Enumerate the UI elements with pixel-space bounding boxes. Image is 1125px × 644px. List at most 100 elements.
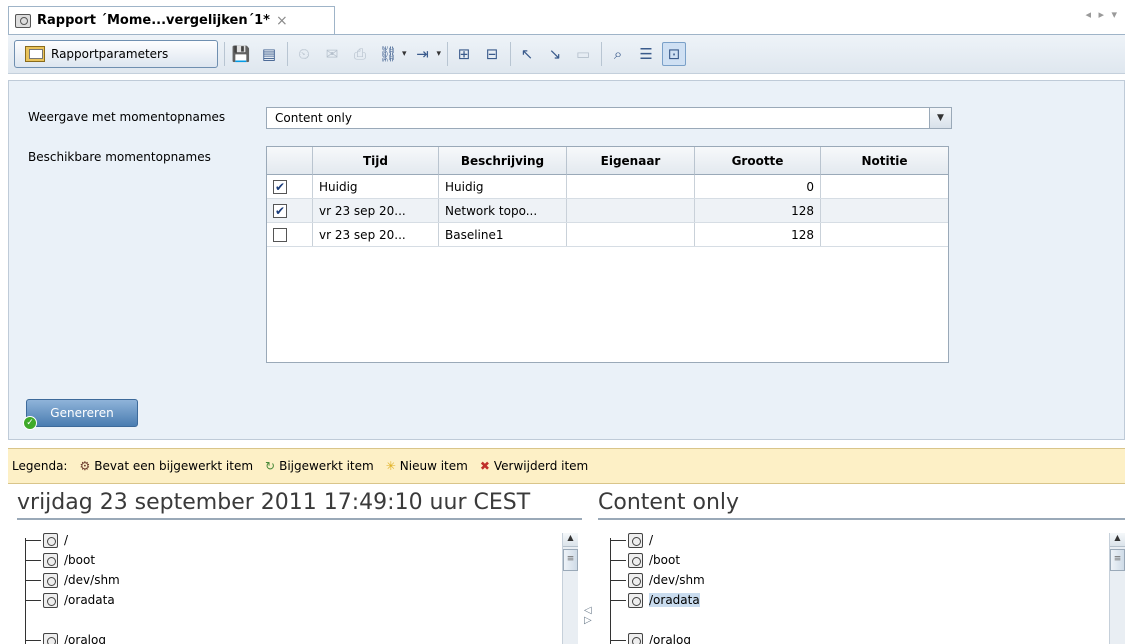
- collapse-tree-icon[interactable]: ⊟: [480, 42, 504, 66]
- disk-icon: [628, 552, 643, 568]
- column-header-notitie[interactable]: Notitie: [821, 147, 948, 175]
- export-dropdown-icon[interactable]: ▾: [437, 49, 442, 59]
- report-tab[interactable]: Rapport ´Mome...vergelijken´1* ×: [8, 6, 335, 34]
- disk-icon: [43, 552, 58, 568]
- table-row[interactable]: ✔ vr 23 sep 20... Network topo... 128: [267, 199, 948, 223]
- view-select[interactable]: Content only ▼: [266, 107, 952, 129]
- tree-node[interactable]: /oradata: [25, 590, 115, 610]
- new-item-icon: ✳: [385, 459, 396, 473]
- tree-node-label: /: [649, 533, 654, 547]
- tree-node[interactable]: /dev/shm: [25, 570, 120, 590]
- cell-grootte: 0: [695, 175, 821, 198]
- cell-beschrijving: Baseline1: [439, 223, 567, 246]
- print-icon[interactable]: ⎙: [348, 42, 372, 66]
- parameters-icon: [25, 46, 45, 62]
- legend-item-label: Bevat een bijgewerkt item: [94, 459, 254, 473]
- tree-node-label: /dev/shm: [649, 573, 705, 587]
- toolbar-separator: [447, 42, 449, 66]
- tree-node-label: /boot: [649, 553, 681, 567]
- snapshot-checkbox[interactable]: ✔: [273, 203, 287, 218]
- scroll-up-icon[interactable]: ▲: [563, 533, 578, 547]
- left-tree-scrollbar[interactable]: ▲ ≡: [562, 533, 578, 644]
- column-header-select[interactable]: [267, 147, 313, 175]
- tab-navigation-icon[interactable]: ◂ ▸ ▾: [1085, 8, 1119, 21]
- save-icon[interactable]: 💾: [229, 42, 253, 66]
- topology-view-icon[interactable]: ⊡: [662, 42, 687, 66]
- snapshots-table: Tijd Beschrijving Eigenaar Grootte Notit…: [266, 146, 949, 363]
- link-icon[interactable]: ⛓: [376, 42, 400, 66]
- tree-node[interactable]: /oralog: [25, 630, 106, 644]
- column-header-eigenaar[interactable]: Eigenaar: [567, 147, 695, 175]
- document-icon[interactable]: ▭: [571, 42, 595, 66]
- column-header-tijd[interactable]: Tijd: [313, 147, 439, 175]
- disk-icon: [43, 592, 58, 608]
- table-row[interactable]: vr 23 sep 20... Baseline1 128: [267, 223, 948, 247]
- tree-node[interactable]: /: [25, 530, 68, 550]
- cell-notitie: [821, 175, 948, 198]
- link-dropdown-icon[interactable]: ▾: [402, 49, 407, 59]
- right-snapshot-title: Content only: [598, 490, 1125, 520]
- tree-node[interactable]: /oralog: [610, 630, 691, 644]
- cell-eigenaar: [567, 199, 695, 222]
- sync-arrows-icon[interactable]: ◁ ▷: [584, 606, 592, 626]
- available-snapshots-label: Beschikbare momentopnames: [28, 150, 211, 164]
- disk-icon: [628, 592, 643, 608]
- export-icon[interactable]: ⇥: [411, 42, 435, 66]
- legend-title: Legenda:: [12, 459, 68, 473]
- close-icon[interactable]: ×: [276, 13, 288, 29]
- report-tab-title: Rapport ´Mome...vergelijken´1*: [37, 13, 270, 28]
- legend-bar: Legenda: ⚙ Bevat een bijgewerkt item ↻ B…: [8, 448, 1125, 484]
- cell-grootte: 128: [695, 199, 821, 222]
- disk-icon: [43, 532, 58, 548]
- cell-tijd: Huidig: [313, 175, 439, 198]
- tree-node-label: /: [64, 533, 69, 547]
- updated-icon: ↻: [265, 459, 276, 473]
- column-header-beschrijving[interactable]: Beschrijving: [439, 147, 567, 175]
- scroll-up-icon[interactable]: ▲: [1110, 533, 1125, 547]
- report-parameters-button[interactable]: Rapportparameters: [14, 40, 218, 68]
- tree-node[interactable]: /: [610, 530, 653, 550]
- disk-icon: [628, 532, 643, 548]
- tree-node-label: /oradata: [64, 593, 115, 607]
- find-icon[interactable]: ⌕: [606, 42, 630, 66]
- legend-item-label: Bijgewerkt item: [279, 459, 374, 473]
- cell-beschrijving: Network topo...: [439, 199, 567, 222]
- export-report-icon[interactable]: ▤: [257, 42, 281, 66]
- email-icon[interactable]: ✉: [320, 42, 344, 66]
- next-change-icon[interactable]: ↘: [543, 42, 567, 66]
- view-label: Weergave met momentopnames: [28, 110, 226, 124]
- disk-icon: [43, 572, 58, 588]
- chevron-down-icon[interactable]: ▼: [929, 108, 951, 128]
- scrollbar-thumb[interactable]: ≡: [563, 549, 578, 571]
- camera-icon: [15, 13, 31, 28]
- table-row[interactable]: ✔ Huidig Huidig 0: [267, 175, 948, 199]
- toolbar-separator: [510, 42, 512, 66]
- scrollbar-thumb[interactable]: ≡: [1110, 549, 1125, 571]
- tree-node[interactable]: /dev/shm: [610, 570, 705, 590]
- tree-node[interactable]: /boot: [25, 550, 95, 570]
- expand-tree-icon[interactable]: ⊞: [452, 42, 476, 66]
- toolbar-separator: [287, 42, 288, 66]
- cell-eigenaar: [567, 175, 695, 198]
- legend-item-label: Verwijderd item: [493, 459, 589, 473]
- snapshot-checkbox[interactable]: [273, 227, 287, 242]
- right-tree-scrollbar[interactable]: ▲ ≡: [1109, 533, 1125, 644]
- toolbar: Rapportparameters 💾 ▤ ⏲ ✉ ⎙ ⛓ ▾ ⇥ ▾ ⊞ ⊟ …: [8, 34, 1125, 74]
- generate-button[interactable]: Genereren ✓: [23, 399, 138, 430]
- cell-beschrijving: Huidig: [439, 175, 567, 198]
- toolbar-separator: [224, 42, 225, 66]
- report-parameters-label: Rapportparameters: [51, 47, 169, 61]
- tree-node[interactable]: /oradata: [610, 590, 700, 610]
- left-tree: / /boot /dev/shm /oradata /oralog: [25, 520, 585, 644]
- contains-updated-icon: ⚙: [79, 459, 91, 473]
- checkmark-icon: ✓: [23, 416, 37, 430]
- view-select-value: Content only: [275, 111, 352, 125]
- tree-node[interactable]: /boot: [610, 550, 680, 570]
- snapshot-checkbox[interactable]: ✔: [273, 179, 287, 194]
- cell-tijd: vr 23 sep 20...: [313, 199, 439, 222]
- tree-node-label: /dev/shm: [64, 573, 120, 587]
- column-header-grootte[interactable]: Grootte: [695, 147, 821, 175]
- schedule-icon[interactable]: ⏲: [292, 42, 316, 66]
- properties-icon[interactable]: ☰: [634, 42, 658, 66]
- previous-change-icon[interactable]: ↖: [515, 42, 539, 66]
